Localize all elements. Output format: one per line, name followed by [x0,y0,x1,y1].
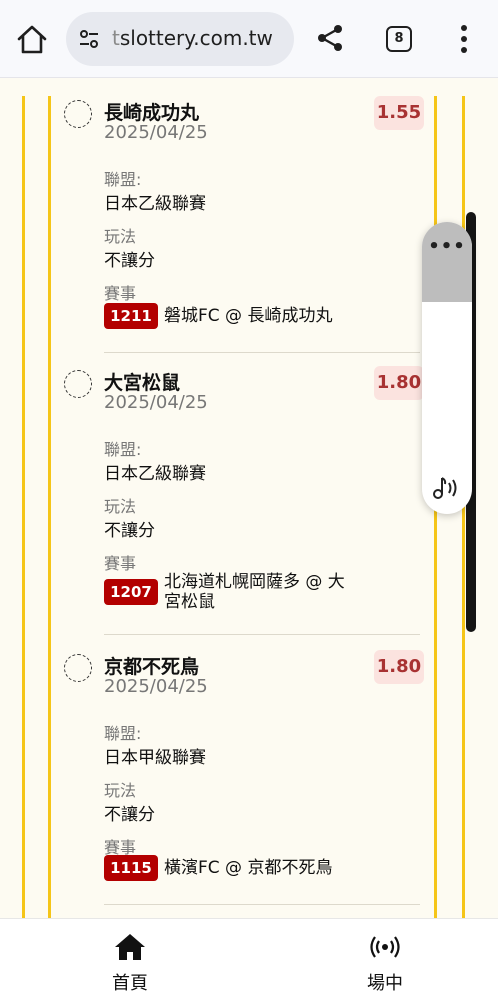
play-value: 不讓分 [104,521,155,541]
team-name: 長崎成功丸 [104,102,200,124]
music-note-volume-icon[interactable] [431,474,463,502]
home-icon [115,934,145,960]
match-teams: 北海道札幌岡薩多 @ 大宮松鼠 [164,572,345,612]
play-label: 玩法 [104,227,137,246]
team-name: 京都不死鳥 [104,656,200,678]
bottom-navigation: 首頁 場中 [0,918,498,1000]
play-label: 玩法 [104,497,137,516]
match-number-badge: 1207 [104,579,158,605]
nav-live[interactable]: 場中 [325,919,445,1000]
bet-card: 大宮松鼠 2025/04/25 1.80 聯盟: 日本乙級聯賽 玩法 不讓分 賽… [64,366,424,636]
select-radio[interactable] [64,100,92,128]
url-text: tslottery.com.tw [112,26,273,50]
tab-switcher-button[interactable]: 8 [386,26,412,52]
broadcast-icon [370,936,400,958]
home-icon[interactable] [14,22,50,58]
select-radio[interactable] [64,654,92,682]
share-icon[interactable] [314,22,346,54]
browser-toolbar: tslottery.com.tw 8 [0,0,498,78]
more-menu-icon[interactable] [452,22,476,56]
nav-home[interactable]: 首頁 [70,919,190,1000]
league-label: 聯盟: [104,724,142,743]
match-number-badge: 1115 [104,855,158,881]
select-radio[interactable] [64,370,92,398]
volume-slider[interactable]: ••• [422,222,472,514]
card-divider [104,634,420,635]
match-teams: 磐城FC @ 長崎成功丸 [164,306,333,326]
league-label: 聯盟: [104,440,142,459]
event-label: 賽事 [104,284,137,303]
address-bar[interactable]: tslottery.com.tw [66,12,294,66]
volume-more-icon[interactable]: ••• [422,236,472,257]
play-value: 不讓分 [104,251,155,271]
card-divider [104,904,420,905]
match-teams: 橫濱FC @ 京都不死鳥 [164,858,333,878]
border-rail [48,96,51,918]
border-rail [22,96,25,918]
match-date: 2025/04/25 [104,392,208,413]
play-label: 玩法 [104,781,137,800]
site-settings-icon[interactable] [78,28,100,50]
match-date: 2025/04/25 [104,676,208,697]
nav-home-label: 首頁 [112,973,148,994]
bet-card: 京都不死鳥 2025/04/25 1.80 聯盟: 日本甲級聯賽 玩法 不讓分 … [64,650,424,910]
team-name: 大宮松鼠 [104,372,181,394]
bet-card: 長崎成功丸 2025/04/25 1.55 聯盟: 日本乙級聯賽 玩法 不讓分 … [64,96,424,354]
league-value: 日本乙級聯賽 [104,464,206,484]
nav-live-label: 場中 [367,973,403,994]
league-value: 日本乙級聯賽 [104,194,206,214]
event-label: 賽事 [104,554,137,573]
card-divider [104,352,420,353]
league-value: 日本甲級聯賽 [104,748,206,768]
volume-level-fill [422,222,472,302]
league-label: 聯盟: [104,170,142,189]
odds-badge[interactable]: 1.55 [374,96,424,130]
match-number-badge: 1211 [104,303,158,329]
match-date: 2025/04/25 [104,122,208,143]
play-value: 不讓分 [104,805,155,825]
odds-badge[interactable]: 1.80 [374,650,424,684]
odds-badge[interactable]: 1.80 [374,366,424,400]
